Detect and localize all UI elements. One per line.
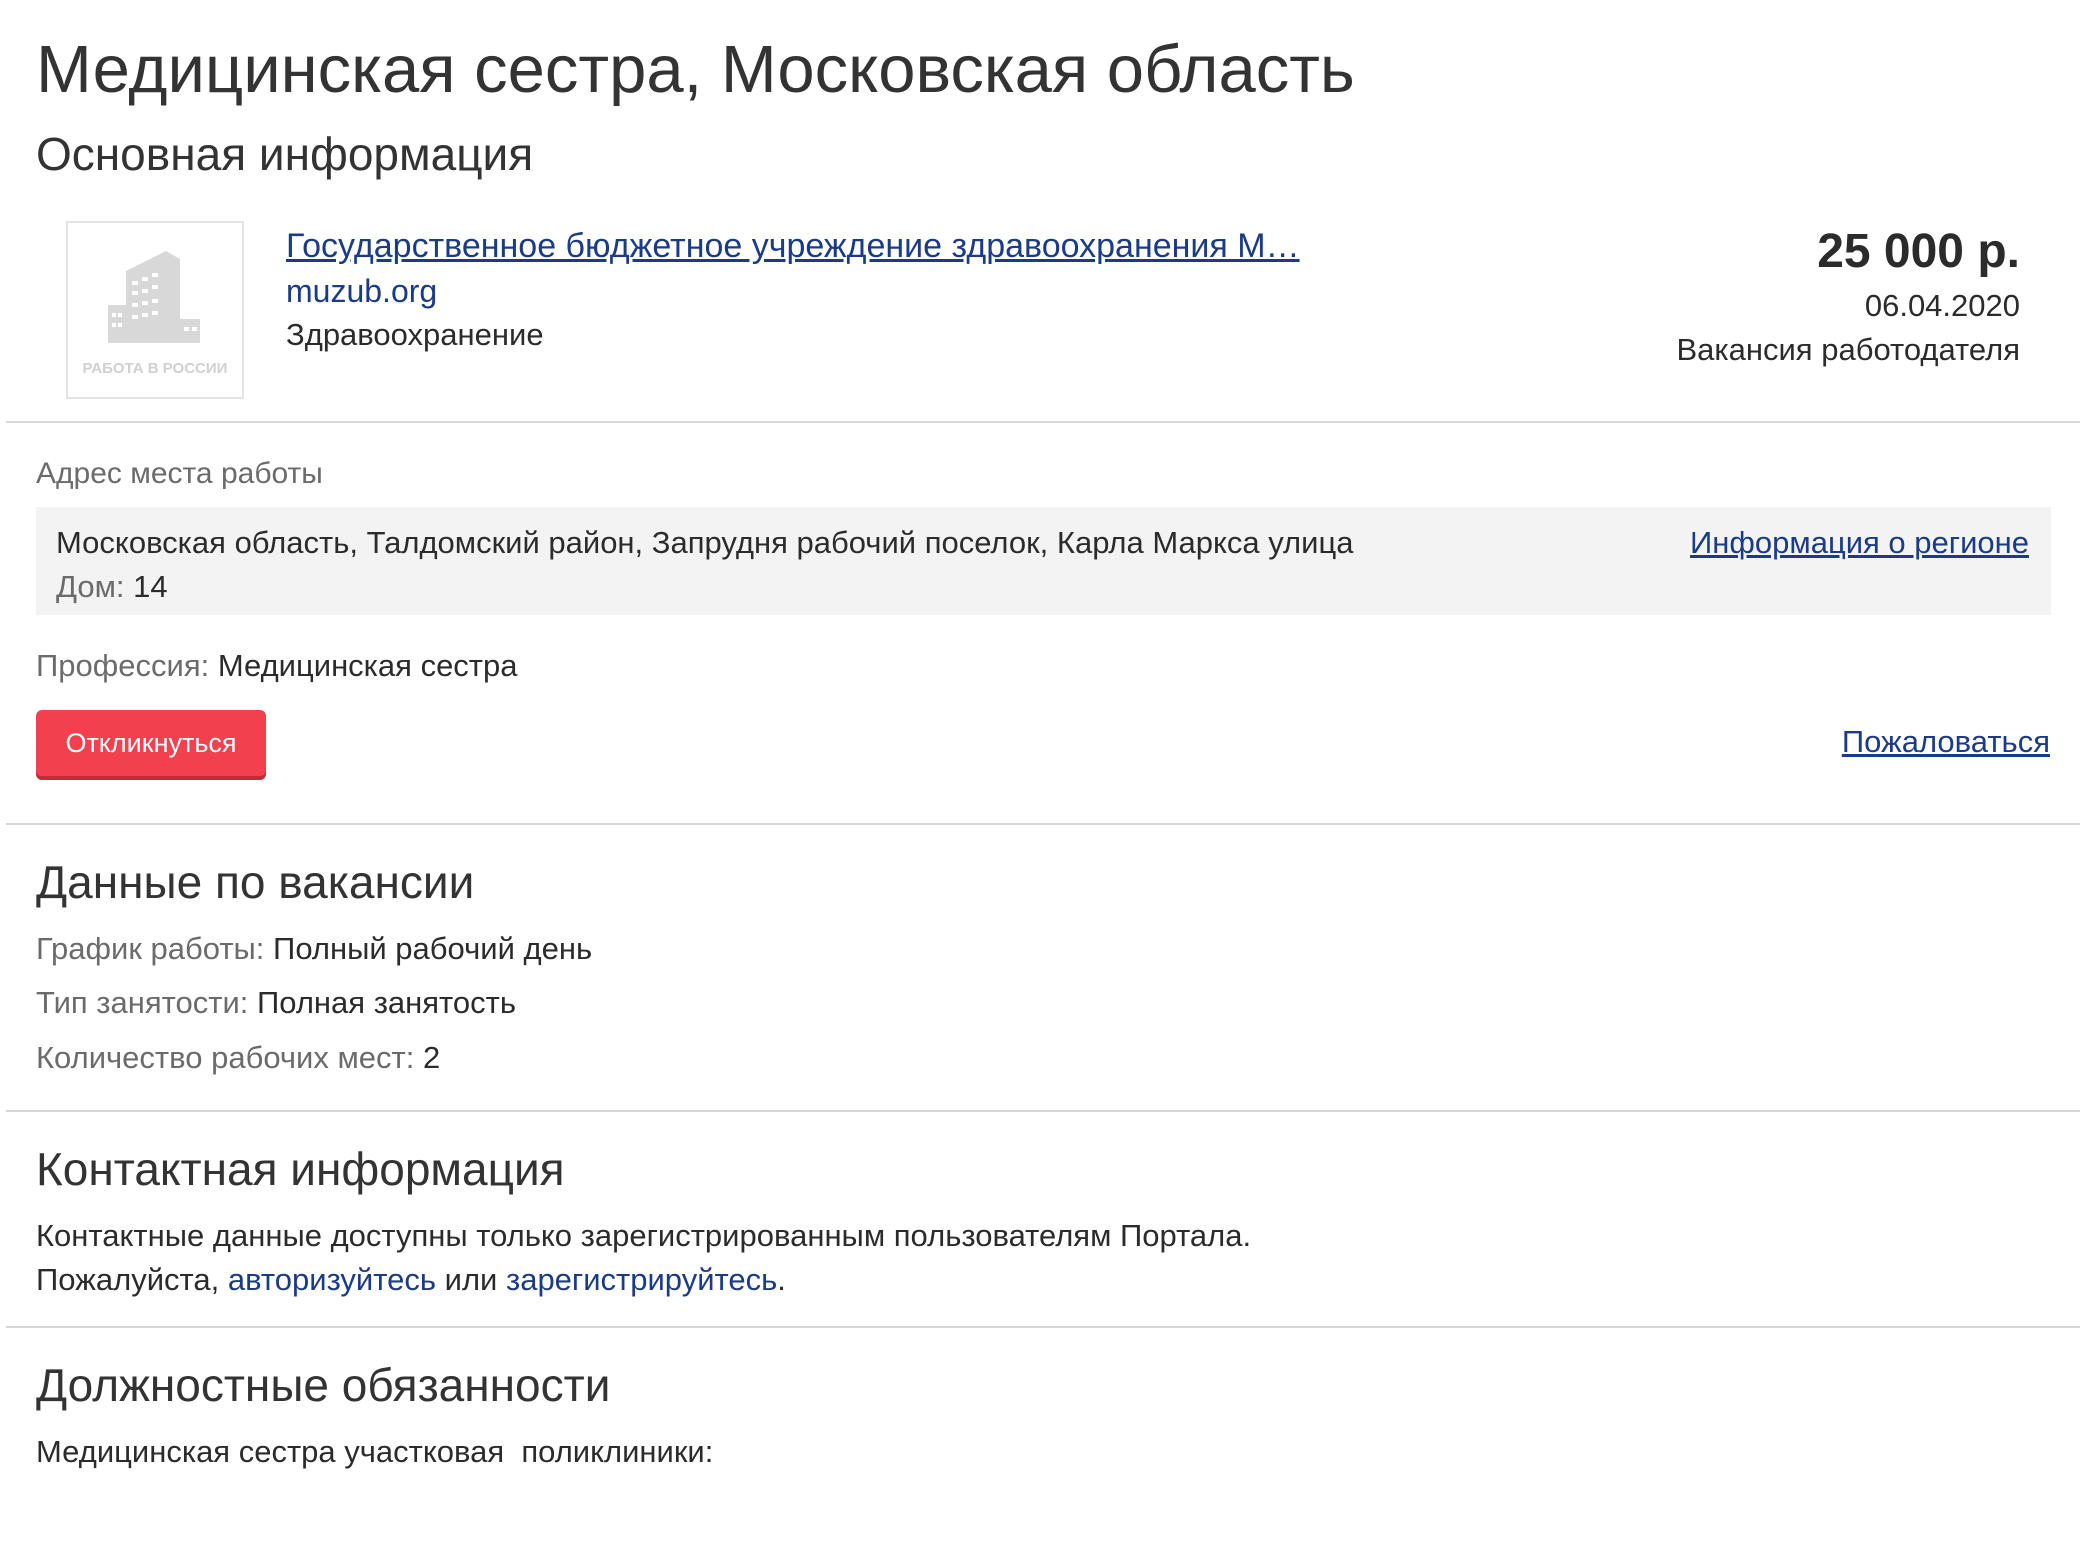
company-logo: РАБОТА В РОССИИ <box>66 221 244 399</box>
login-link[interactable]: авторизуйтесь <box>228 1262 436 1297</box>
profession-label: Профессия: <box>36 648 210 683</box>
company-site-link[interactable]: muzub.org <box>286 270 437 312</box>
divider <box>6 823 2080 825</box>
house-label: Дом: <box>56 569 125 604</box>
address-label: Адрес места работы <box>36 457 323 490</box>
schedule-field: График работы: Полный рабочий день <box>36 927 592 971</box>
company-name-link[interactable]: Государственное бюджетное учреждение здр… <box>286 224 1300 268</box>
register-link[interactable]: зарегистрируйтесь <box>506 1262 777 1297</box>
divider <box>6 1326 2080 1328</box>
duties-title: Должностные обязанности <box>36 1359 611 1411</box>
profession-value: Медицинская сестра <box>217 648 518 683</box>
field-value: Полная занятость <box>257 985 516 1020</box>
field-value: 2 <box>422 1040 441 1075</box>
please-text: Пожалуйста, <box>36 1262 220 1297</box>
complain-link[interactable]: Пожаловаться <box>1842 720 2050 764</box>
publish-date: 06.04.2020 <box>1864 288 2020 323</box>
page-subtitle: Основная информация <box>36 128 534 180</box>
or-text: или <box>444 1262 498 1297</box>
respond-button[interactable]: Откликнуться <box>36 710 266 776</box>
field-label: График работы: <box>36 931 265 966</box>
duties-text: Медицинская сестра участковая поликлиник… <box>36 1434 714 1469</box>
address-house: Дом: 14 <box>56 565 168 609</box>
field-label: Тип занятости: <box>36 985 249 1020</box>
company-industry: Здравоохранение <box>286 317 544 352</box>
field-value: Полный рабочий день <box>273 931 593 966</box>
page-title: Медицинская сестра, Московская область <box>36 32 1355 107</box>
field-label: Количество рабочих мест: <box>36 1040 415 1075</box>
logo-text: РАБОТА В РОССИИ <box>83 360 228 377</box>
period-text: . <box>777 1262 786 1297</box>
address-box: Московская область, Талдомский район, За… <box>36 507 2051 615</box>
vacancy-meta: 25 000 р. 06.04.2020 Вакансия работодате… <box>1676 220 2020 372</box>
region-info-link[interactable]: Информация о регионе <box>1690 521 2029 565</box>
vacancy-data-title: Данные по вакансии <box>36 856 475 908</box>
address-line: Московская область, Талдомский район, За… <box>56 525 1354 560</box>
profession: Профессия: Медицинская сестра <box>36 644 518 688</box>
vacancy-type: Вакансия работодателя <box>1676 332 2020 367</box>
contacts-auth-line: Пожалуйста, авторизуйтесь или зарегистри… <box>36 1258 786 1302</box>
employment-type-field: Тип занятости: Полная занятость <box>36 981 516 1025</box>
divider <box>6 1110 2080 1112</box>
vacancy-page: Медицинская сестра, Московская область О… <box>0 0 2080 1556</box>
divider <box>6 421 2080 423</box>
contacts-title: Контактная информация <box>36 1143 565 1195</box>
salary: 25 000 р. <box>1817 225 2020 278</box>
workplaces-count-field: Количество рабочих мест: 2 <box>36 1036 440 1080</box>
contacts-notice: Контактные данные доступны только зареги… <box>36 1218 1252 1253</box>
house-value: 14 <box>133 569 168 604</box>
building-icon: РАБОТА В РОССИИ <box>83 251 228 377</box>
